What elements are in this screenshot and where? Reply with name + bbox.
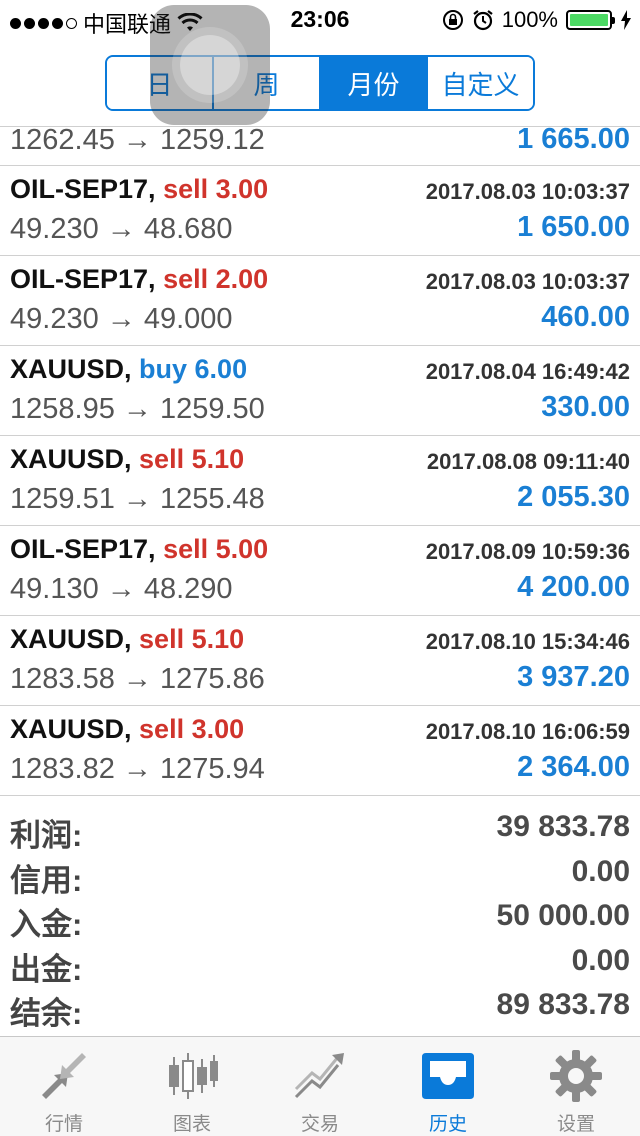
summary-label: 出金: <box>10 951 83 987</box>
battery-percent: 100% <box>501 7 558 32</box>
list-item[interactable]: OIL-SEP17, sell 3.00 2017.08.03 10:03:37… <box>0 166 640 256</box>
deal-profit: 1 650.00 <box>517 211 630 243</box>
summary-value: 50 000.00 <box>496 899 630 933</box>
summary-row-withdrawal: 出金: 0.00 <box>0 942 640 987</box>
deal-title: OIL-SEP17, sell 2.00 <box>10 264 268 295</box>
deal-profit: 330.00 <box>541 391 630 423</box>
deal-action: sell 5.10 <box>139 624 245 654</box>
list-item[interactable]: OIL-SEP17, sell 5.00 2017.08.09 10:59:36… <box>0 526 640 616</box>
tab-label: 图表 <box>172 1114 211 1135</box>
charging-bolt-icon <box>621 10 631 30</box>
deal-title: OIL-SEP17, sell 3.00 <box>10 174 268 205</box>
summary-label: 结余: <box>10 996 83 1032</box>
deal-prices: 1283.58 → 1275.86 <box>10 663 265 695</box>
deal-prices: 1258.95 → 1259.50 <box>10 393 265 425</box>
summary-row-balance: 结余: 89 833.78 <box>0 986 640 1031</box>
deal-symbol: XAUUSD, <box>10 444 132 474</box>
deal-action: sell 3.00 <box>139 714 245 744</box>
account-summary: 利润: 39 833.78 信用: 0.00 入金: 50 000.00 出金:… <box>0 808 640 1031</box>
deal-profit: 2 364.00 <box>517 751 630 783</box>
deal-prices: 49.230 → 48.680 <box>10 213 233 245</box>
list-item[interactable]: XAUUSD, sell 5.10 2017.08.08 09:11:40 12… <box>0 436 640 526</box>
tab-label: 历史 <box>428 1114 467 1135</box>
bottom-tab-bar: 行情 图表 交易 历史 设置 <box>0 1036 640 1136</box>
deal-time: 2017.08.10 16:06:59 <box>425 719 630 744</box>
alarm-icon <box>473 10 493 31</box>
summary-value: 89 833.78 <box>496 988 630 1022</box>
deal-symbol: OIL-SEP17, <box>10 174 156 204</box>
deal-symbol: XAUUSD, <box>10 714 132 744</box>
tab-settings[interactable]: 设置 <box>512 1037 640 1136</box>
tab-trade[interactable]: 交易 <box>256 1037 384 1136</box>
tab-label: 行情 <box>44 1114 83 1135</box>
candlestick-chart-icon <box>162 1049 222 1103</box>
summary-value: 0.00 <box>571 943 630 977</box>
deal-time: 2017.08.08 09:11:40 <box>426 449 630 474</box>
deal-profit: 2 055.30 <box>517 481 630 513</box>
battery-icon <box>566 10 615 30</box>
inbox-tray-icon <box>418 1049 478 1103</box>
summary-row-deposit: 入金: 50 000.00 <box>0 897 640 942</box>
deal-prices: 49.230 → 49.000 <box>10 303 233 335</box>
deal-action: sell 5.00 <box>163 534 269 564</box>
deal-history-list: 1262.45 → 1259.12 1 665.00 OIL-SEP17, se… <box>0 123 640 796</box>
deal-action: sell 5.10 <box>139 444 245 474</box>
summary-label: 信用: <box>10 862 83 898</box>
tab-history[interactable]: 历史 <box>384 1037 512 1136</box>
rotation-lock-icon <box>442 10 463 30</box>
summary-value: 39 833.78 <box>496 810 630 843</box>
deal-profit: 1 665.00 <box>517 123 630 155</box>
deal-title: XAUUSD, sell 3.00 <box>10 714 244 745</box>
deal-symbol: XAUUSD, <box>10 624 132 654</box>
deal-time: 2017.08.03 10:03:37 <box>425 269 630 294</box>
deal-action: sell 3.00 <box>163 174 269 204</box>
deal-symbol: OIL-SEP17, <box>10 534 156 564</box>
summary-label: 入金: <box>10 907 83 943</box>
quotes-arrows-icon <box>34 1049 94 1103</box>
deal-prices: 1283.82 → 1275.94 <box>10 753 265 785</box>
deal-profit: 460.00 <box>541 301 630 333</box>
tab-chart[interactable]: 图表 <box>128 1037 256 1136</box>
segment-custom[interactable]: 自定义 <box>428 57 533 109</box>
deal-profit: 3 937.20 <box>517 661 630 693</box>
deal-title: OIL-SEP17, sell 5.00 <box>10 534 268 565</box>
list-item[interactable]: OIL-SEP17, sell 2.00 2017.08.03 10:03:37… <box>0 256 640 346</box>
deal-title: XAUUSD, sell 5.10 <box>10 624 244 655</box>
deal-symbol: XAUUSD, <box>10 354 132 384</box>
tab-quotes[interactable]: 行情 <box>0 1037 128 1136</box>
deal-time: 2017.08.09 10:59:36 <box>425 539 630 564</box>
list-item[interactable]: XAUUSD, sell 5.10 2017.08.10 15:34:46 12… <box>0 616 640 706</box>
tab-label: 设置 <box>556 1114 595 1135</box>
deal-prices: 49.130 → 48.290 <box>10 573 233 605</box>
summary-row-credit: 信用: 0.00 <box>0 853 640 898</box>
segment-month[interactable]: 月份 <box>321 57 428 109</box>
tab-label: 交易 <box>300 1114 339 1135</box>
summary-label: 利润: <box>10 818 83 853</box>
deal-action: buy 6.00 <box>139 354 248 384</box>
assistive-touch-button[interactable] <box>150 5 270 125</box>
status-right: 100% <box>442 7 632 33</box>
deal-profit: 4 200.00 <box>517 571 630 603</box>
deal-time: 2017.08.03 10:03:37 <box>425 179 630 204</box>
trade-trend-icon <box>290 1049 350 1103</box>
deal-symbol: OIL-SEP17, <box>10 264 156 294</box>
list-item[interactable]: 1262.45 → 1259.12 1 665.00 <box>0 123 640 166</box>
list-item[interactable]: XAUUSD, sell 3.00 2017.08.10 16:06:59 12… <box>0 706 640 796</box>
deal-title: XAUUSD, buy 6.00 <box>10 354 247 385</box>
gear-icon <box>546 1049 606 1103</box>
deal-prices: 1262.45 → 1259.12 <box>10 124 265 156</box>
deal-time: 2017.08.10 15:34:46 <box>425 629 630 654</box>
deal-title: XAUUSD, sell 5.10 <box>10 444 244 475</box>
status-bar: 中国联通 23:06 100% <box>0 0 640 40</box>
deal-prices: 1259.51 → 1255.48 <box>10 483 265 515</box>
deal-action: sell 2.00 <box>163 264 269 294</box>
deal-time: 2017.08.04 16:49:42 <box>425 359 630 384</box>
summary-value: 0.00 <box>571 854 630 888</box>
list-item[interactable]: XAUUSD, buy 6.00 2017.08.04 16:49:42 125… <box>0 346 640 436</box>
summary-row-profit: 利润: 39 833.78 <box>0 808 640 853</box>
